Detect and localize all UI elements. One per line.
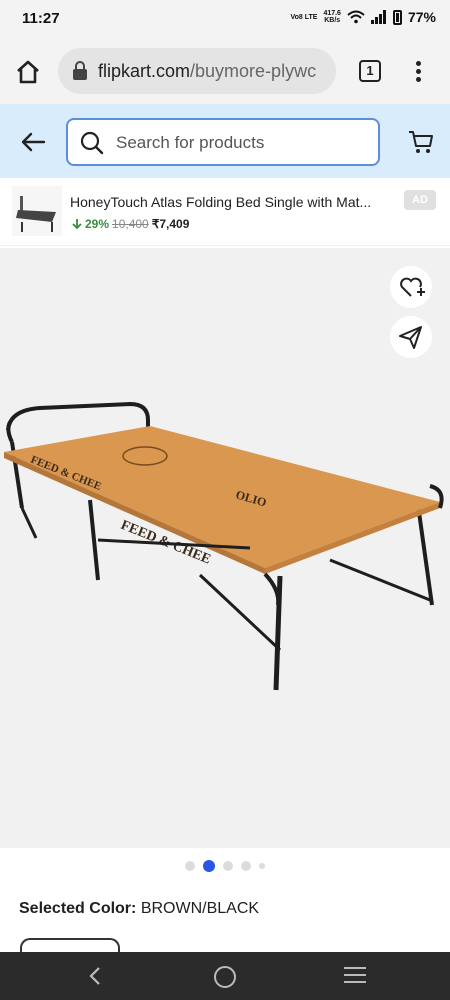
heart-plus-icon: [400, 277, 425, 297]
ad-price-row: 29% 10,400 ₹7,409: [72, 217, 189, 231]
search-placeholder: Search for products: [116, 133, 265, 152]
status-bar: 11:27 Vo8 LTE 417.6 KB/s 77%: [0, 0, 450, 38]
share-button[interactable]: [390, 316, 432, 358]
nav-back-icon[interactable]: [86, 966, 104, 986]
system-nav-bar: [0, 952, 450, 1000]
url-path: /buymore-plywc: [190, 61, 317, 81]
address-bar[interactable]: flipkart.com/buymore-plywc: [58, 48, 336, 94]
back-arrow-icon[interactable]: [20, 129, 46, 155]
carousel-dot[interactable]: [241, 861, 251, 871]
carousel-dot[interactable]: [259, 863, 265, 869]
ad-badge: AD: [404, 190, 436, 210]
browser-toolbar: flipkart.com/buymore-plywc 1: [0, 38, 450, 104]
status-icons: Vo8 LTE 417.6 KB/s 77%: [290, 9, 436, 25]
ad-price: ₹7,409: [151, 217, 190, 231]
overflow-menu-icon[interactable]: [410, 58, 426, 86]
selected-color-label: Selected Color:: [19, 900, 137, 917]
carousel-dot-active[interactable]: [203, 860, 215, 872]
search-icon: [80, 131, 104, 155]
tabs-count-button[interactable]: 1: [359, 60, 381, 82]
search-input[interactable]: Search for products: [66, 118, 380, 166]
network-type: Vo8 LTE: [290, 13, 318, 21]
ad-thumbnail-image: [12, 186, 62, 236]
network-speed: 417.6 KB/s: [323, 10, 341, 24]
status-time: 11:27: [22, 10, 60, 27]
nav-home-icon[interactable]: [214, 966, 236, 988]
carousel-dot[interactable]: [223, 861, 233, 871]
url-domain: flipkart.com: [98, 61, 191, 81]
share-icon: [399, 326, 422, 349]
signal-icon: [370, 10, 386, 24]
ad-title: HoneyTouch Atlas Folding Bed Single with…: [70, 194, 372, 210]
home-icon[interactable]: [14, 58, 42, 86]
battery-icon: [392, 9, 402, 25]
wifi-icon: [347, 10, 365, 24]
down-arrow-icon: [72, 219, 82, 230]
wishlist-button[interactable]: [390, 266, 432, 308]
cart-icon[interactable]: [407, 128, 435, 156]
folding-bed-image: FEED & CHEE FEED & CHEE OLIO: [4, 401, 444, 691]
selected-color: Selected Color: BROWN/BLACK: [19, 900, 259, 918]
site-search-header: Search for products: [0, 104, 450, 178]
lock-icon: [73, 61, 87, 80]
nav-recents-icon[interactable]: [344, 967, 366, 985]
ad-mrp: 10,400: [112, 217, 149, 231]
selected-color-value: BROWN/BLACK: [140, 900, 260, 917]
url-text: flipkart.com/buymore-plywc: [98, 61, 316, 82]
ad-discount: 29%: [85, 217, 110, 231]
carousel-dot[interactable]: [185, 861, 195, 871]
sponsored-product-ad[interactable]: HoneyTouch Atlas Folding Bed Single with…: [0, 178, 450, 246]
battery-percent: 77%: [407, 9, 436, 25]
carousel-dots[interactable]: [0, 858, 450, 874]
